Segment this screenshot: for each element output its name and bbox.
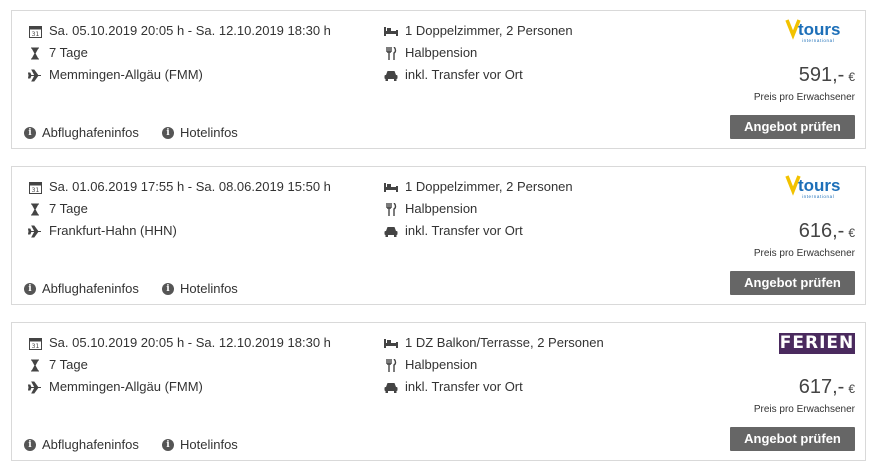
svg-text:tours: tours <box>798 20 841 39</box>
transfer-info: inkl. Transfer vor Ort <box>405 67 523 82</box>
departure-airport: Memmingen-Allgäu (FMM) <box>49 379 203 394</box>
car-icon <box>384 66 398 84</box>
vtours-logo: tours international <box>785 173 849 201</box>
price: 591,- € <box>799 64 855 87</box>
car-icon <box>384 222 398 240</box>
airport-info-label: Abflughafeninfos <box>42 125 139 140</box>
offer-card-3: 31 Sa. 05.10.2019 20:05 h - Sa. 12.10.20… <box>11 322 866 461</box>
departure-airport: Memmingen-Allgäu (FMM) <box>49 67 203 82</box>
offer-card-2: 31 Sa. 01.06.2019 17:55 h - Sa. 08.06.20… <box>11 166 866 305</box>
bed-icon <box>384 178 398 196</box>
svg-text:international: international <box>802 38 834 43</box>
departure-airport: Frankfurt-Hahn (HHN) <box>49 223 177 238</box>
room-type: 1 Doppelzimmer, 2 Personen <box>405 179 573 194</box>
hourglass-icon <box>28 200 42 218</box>
ferien-logo: FERIEN <box>779 333 855 354</box>
price-note: Preis pro Erwachsener <box>753 404 855 415</box>
info-icon: i <box>162 283 174 295</box>
svg-text:31: 31 <box>31 343 39 350</box>
board-type: Halbpension <box>405 201 478 216</box>
info-icon: i <box>24 127 36 139</box>
cutlery-icon <box>384 44 398 62</box>
travel-dates: Sa. 01.06.2019 17:55 h - Sa. 08.06.2019 … <box>49 179 331 194</box>
currency: € <box>848 382 855 396</box>
room-type: 1 Doppelzimmer, 2 Personen <box>405 23 573 38</box>
price-note: Preis pro Erwachsener <box>753 92 855 103</box>
bed-icon <box>384 334 398 352</box>
cutlery-icon <box>384 356 398 374</box>
travel-dates: Sa. 05.10.2019 20:05 h - Sa. 12.10.2019 … <box>49 23 331 38</box>
check-offer-button[interactable]: Angebot prüfen <box>730 115 855 139</box>
vtours-logo: tours international <box>785 17 849 45</box>
hourglass-icon <box>28 356 42 374</box>
info-icon: i <box>162 439 174 451</box>
calendar-icon: 31 <box>28 22 42 40</box>
hotel-info-label: Hotelinfos <box>180 281 238 296</box>
svg-text:international: international <box>802 194 834 199</box>
hotel-info-label: Hotelinfos <box>180 125 238 140</box>
duration: 7 Tage <box>49 45 88 60</box>
price-note: Preis pro Erwachsener <box>753 248 855 259</box>
car-icon <box>384 378 398 396</box>
airplane-icon <box>28 378 42 396</box>
airplane-icon <box>28 222 42 240</box>
info-icon: i <box>24 439 36 451</box>
room-type: 1 DZ Balkon/Terrasse, 2 Personen <box>405 335 604 350</box>
transfer-info: inkl. Transfer vor Ort <box>405 379 523 394</box>
cutlery-icon <box>384 200 398 218</box>
currency: € <box>848 70 855 84</box>
duration: 7 Tage <box>49 357 88 372</box>
board-type: Halbpension <box>405 357 478 372</box>
hourglass-icon <box>28 44 42 62</box>
price-value: 616,- <box>798 220 845 242</box>
price: 616,- € <box>799 220 855 243</box>
board-type: Halbpension <box>405 45 478 60</box>
offer-card-1: 31 Sa. 05.10.2019 20:05 h - Sa. 12.10.20… <box>11 10 866 149</box>
airport-info-label: Abflughafeninfos <box>42 437 139 452</box>
check-offer-button[interactable]: Angebot prüfen <box>730 271 855 295</box>
travel-dates: Sa. 05.10.2019 20:05 h - Sa. 12.10.2019 … <box>49 335 331 350</box>
duration: 7 Tage <box>49 201 88 216</box>
info-icon: i <box>162 127 174 139</box>
bed-icon <box>384 22 398 40</box>
price: 617,- € <box>799 376 855 399</box>
info-icon: i <box>24 283 36 295</box>
transfer-info: inkl. Transfer vor Ort <box>405 223 523 238</box>
calendar-icon: 31 <box>28 334 42 352</box>
svg-text:31: 31 <box>31 187 39 194</box>
airplane-icon <box>28 66 42 84</box>
check-offer-button[interactable]: Angebot prüfen <box>730 427 855 451</box>
airport-info-label: Abflughafeninfos <box>42 281 139 296</box>
calendar-icon: 31 <box>28 178 42 196</box>
hotel-info-label: Hotelinfos <box>180 437 238 452</box>
svg-text:31: 31 <box>31 31 39 38</box>
currency: € <box>848 226 855 240</box>
price-value: 617,- <box>798 376 845 398</box>
svg-text:tours: tours <box>798 176 841 195</box>
price-value: 591,- <box>798 64 845 86</box>
